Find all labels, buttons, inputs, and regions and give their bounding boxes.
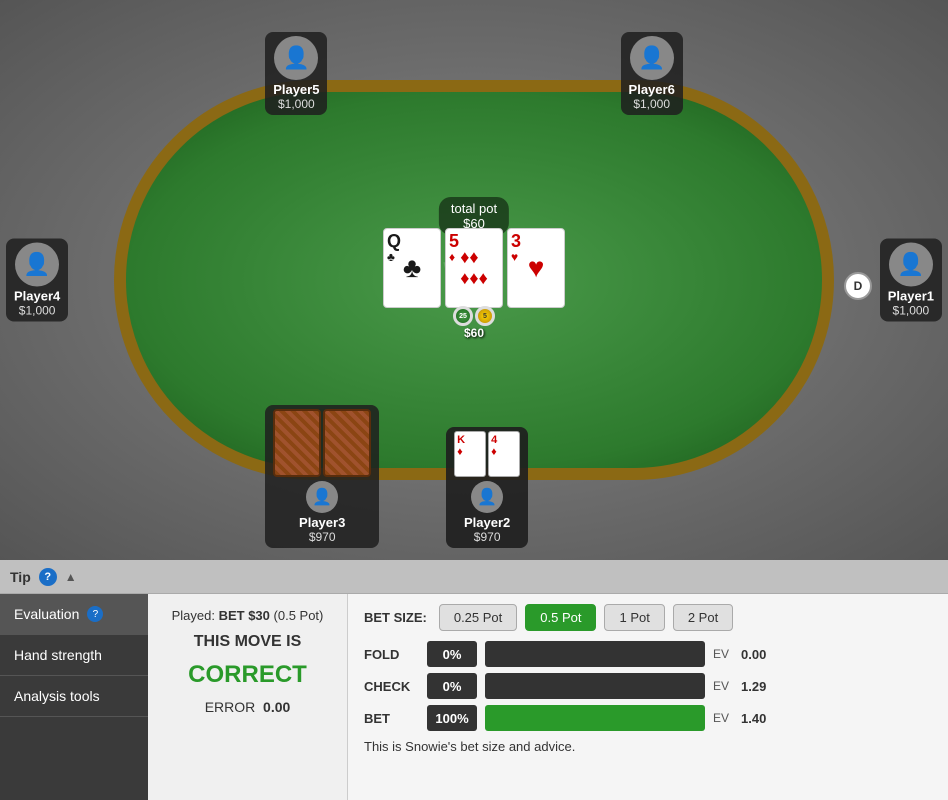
player6-name: Player6 (629, 82, 675, 97)
poker-table: OWIE total pot $60 Q ♣ ♣ 5 ♦ ♦♦♦♦♦ 3 ♥ ♥ (114, 80, 834, 480)
fold-ev-value: 0.00 (741, 647, 776, 662)
player4-box: 👤 Player4 $1,000 (6, 239, 68, 322)
played-label: Played: BET $30 (0.5 Pot) (172, 608, 324, 623)
check-ev-value: 1.29 (741, 679, 776, 694)
sidebar-item-hand-strength[interactable]: Hand strength (0, 635, 148, 676)
fold-bar (485, 641, 705, 667)
sidebar-item-analysis-tools[interactable]: Analysis tools (0, 676, 148, 717)
hand-strength-label: Hand strength (14, 647, 102, 663)
chips-amount: $60 (464, 326, 484, 340)
bet-label: BET (364, 711, 419, 726)
player2-name: Player2 (454, 515, 520, 530)
bet-size-label: BET SIZE: (364, 610, 427, 625)
player1-box: 👤 Player1 $1,000 (880, 239, 942, 322)
eval-panel: Played: BET $30 (0.5 Pot) THIS MOVE IS C… (148, 594, 348, 800)
player5-stack: $1,000 (273, 97, 319, 111)
player1-avatar: 👤 (889, 243, 933, 287)
evaluation-label: Evaluation (14, 606, 79, 622)
player1-name: Player1 (888, 289, 934, 304)
player2-box: K ♦ 4 ♦ 👤 Player2 $970 (446, 427, 528, 548)
player6-box: 👤 Player6 $1,000 (621, 32, 683, 115)
check-label: CHECK (364, 679, 419, 694)
player2-card2: 4 ♦ (488, 431, 520, 477)
player3-card1 (273, 409, 321, 477)
community-card-2: 5 ♦ ♦♦♦♦♦ (445, 228, 503, 308)
player3-box: 👤 Player3 $970 (265, 405, 379, 548)
center-chips: 25 5 $60 (453, 306, 495, 340)
bet-size-025pot[interactable]: 0.25 Pot (439, 604, 517, 631)
check-bar (485, 673, 705, 699)
player2-avatar: 👤 (471, 481, 503, 513)
player2-stack: $970 (454, 530, 520, 544)
eval-correct-text: THIS MOVE IS (162, 633, 333, 651)
error-value: 0.00 (263, 699, 290, 715)
player4-stack: $1,000 (14, 304, 60, 318)
main-content: Played: BET $30 (0.5 Pot) THIS MOVE IS C… (148, 594, 948, 800)
sidebar: Evaluation ? Hand strength Analysis tool… (0, 594, 148, 800)
eval-error: ERROR 0.00 (162, 699, 333, 715)
dealer-button: D (844, 272, 872, 300)
player3-avatar: 👤 (306, 481, 338, 513)
player6-avatar: 👤 (630, 36, 674, 80)
bet-ev-label: EV (713, 711, 733, 725)
tip-label: Tip (10, 569, 31, 585)
fold-ev-label: EV (713, 647, 733, 661)
bet-ev-value: 1.40 (741, 711, 776, 726)
tip-help-icon[interactable]: ? (39, 568, 57, 586)
bet-size-1pot[interactable]: 1 Pot (604, 604, 664, 631)
check-ev-label: EV (713, 679, 733, 693)
analysis-panel: BET SIZE: 0.25 Pot 0.5 Pot 1 Pot 2 Pot F… (348, 594, 948, 800)
community-card-3: 3 ♥ ♥ (507, 228, 565, 308)
evaluation-help-icon[interactable]: ? (87, 606, 103, 622)
chevron-up-icon[interactable]: ▲ (65, 570, 77, 584)
action-row-bet: BET 100% EV 1.40 (364, 705, 932, 731)
fold-label: FOLD (364, 647, 419, 662)
eval-correct-value: CORRECT (162, 661, 333, 689)
player5-avatar: 👤 (274, 36, 318, 80)
player5-name: Player5 (273, 82, 319, 97)
pot-label: total pot (451, 201, 497, 216)
tip-bar: Tip ? ▲ (0, 560, 948, 594)
eval-played: Played: BET $30 (0.5 Pot) (162, 608, 333, 623)
player2-cards: K ♦ 4 ♦ (454, 431, 520, 477)
error-label: ERROR (205, 699, 256, 715)
sidebar-item-evaluation[interactable]: Evaluation ? (0, 594, 148, 635)
player4-avatar: 👤 (15, 243, 59, 287)
player4-name: Player4 (14, 289, 60, 304)
fold-pct: 0% (427, 641, 477, 667)
player6-stack: $1,000 (629, 97, 675, 111)
bet-size-row: BET SIZE: 0.25 Pot 0.5 Pot 1 Pot 2 Pot (364, 604, 932, 631)
community-card-1: Q ♣ ♣ (383, 228, 441, 308)
bet-bar (485, 705, 705, 731)
bet-pct: 100% (427, 705, 477, 731)
analysis-tools-label: Analysis tools (14, 688, 100, 704)
player3-name: Player3 (273, 515, 371, 530)
player2-card1: K ♦ (454, 431, 486, 477)
community-cards: Q ♣ ♣ 5 ♦ ♦♦♦♦♦ 3 ♥ ♥ (383, 228, 565, 308)
bet-size-2pot[interactable]: 2 Pot (673, 604, 733, 631)
player1-stack: $1,000 (888, 304, 934, 318)
player3-stack: $970 (273, 530, 371, 544)
bottom-panel: Tip ? ▲ Evaluation ? Hand strength Analy… (0, 560, 948, 800)
snowie-advice: This is Snowie's bet size and advice. (364, 739, 932, 754)
check-pct: 0% (427, 673, 477, 699)
action-row-fold: FOLD 0% EV 0.00 (364, 641, 932, 667)
player5-box: 👤 Player5 $1,000 (265, 32, 327, 115)
player3-card2 (323, 409, 371, 477)
table-area: OWIE total pot $60 Q ♣ ♣ 5 ♦ ♦♦♦♦♦ 3 ♥ ♥ (0, 0, 948, 560)
player3-cards (273, 409, 371, 477)
action-row-check: CHECK 0% EV 1.29 (364, 673, 932, 699)
bet-size-05pot[interactable]: 0.5 Pot (525, 604, 596, 631)
